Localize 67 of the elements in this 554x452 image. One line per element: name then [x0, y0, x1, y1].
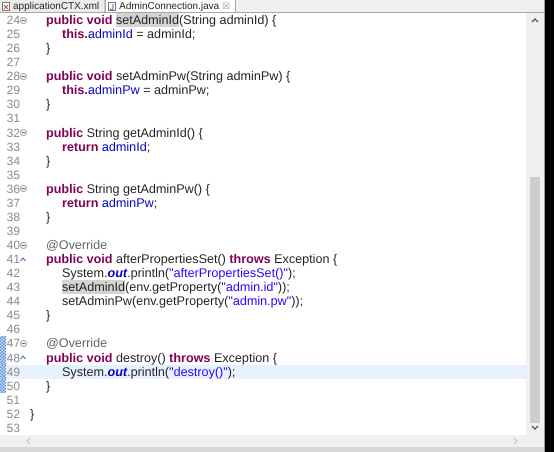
code-line: } — [45, 210, 50, 224]
code-line: } — [45, 308, 50, 322]
code-line: public String getAdminId() { — [45, 126, 203, 140]
scroll-up-icon[interactable] — [531, 17, 539, 23]
line-number: 26 — [6, 41, 20, 56]
line-number: 27 — [6, 55, 20, 70]
code-line: } — [45, 378, 50, 393]
code-line: public void setAdminPw(String adminPw) { — [45, 69, 290, 84]
code-line: @Override — [45, 238, 108, 252]
line-number: 37 — [6, 196, 20, 210]
scroll-down-icon[interactable] — [531, 425, 539, 431]
fold-icon[interactable] — [20, 16, 27, 24]
line-number: 36 — [6, 182, 20, 196]
fold-icon[interactable] — [20, 340, 27, 347]
line-number: 44 — [6, 294, 20, 308]
scroll-thumb[interactable] — [530, 177, 540, 423]
line-number: 39 — [6, 224, 20, 238]
line-number: 28 — [6, 69, 20, 84]
line-number: 24 — [6, 13, 20, 28]
code-line: this.adminPw = adminPw; — [61, 83, 210, 98]
editor-tab[interactable]: applicationCTX.xml — [0, 0, 106, 12]
line-number: 41 — [6, 252, 20, 266]
code-line: this.adminId = adminId; — [61, 27, 196, 42]
code-line: public String getAdminPw() { — [45, 182, 210, 196]
xml-file-icon — [2, 2, 10, 10]
code-line: setAdminId(env.getProperty("admin.id")); — [61, 280, 290, 294]
line-number: 50 — [6, 378, 20, 393]
java-file-icon — [108, 2, 116, 10]
line-number: 46 — [6, 322, 20, 336]
fold-icon[interactable] — [20, 72, 27, 80]
code-line: } — [45, 97, 50, 112]
line-number: 35 — [6, 168, 20, 182]
code-line: @Override — [45, 336, 108, 350]
line-number: 30 — [6, 97, 20, 112]
line-number: 43 — [6, 280, 20, 294]
line-number: 48 — [6, 350, 20, 365]
code-line: System.out.println("afterPropertiesSet()"); — [61, 266, 296, 280]
line-number: 29 — [6, 83, 20, 98]
fold-icon[interactable] — [20, 185, 27, 192]
line-number: 32 — [6, 126, 20, 140]
line-number: 33 — [6, 140, 20, 154]
fold-icon[interactable] — [20, 242, 27, 249]
line-number: 45 — [6, 308, 20, 322]
code-line: return adminPw; — [62, 196, 158, 210]
line-number: 40 — [6, 238, 20, 252]
line-number: 51 — [6, 392, 20, 407]
editor-tab[interactable]: AdminConnection.java ☒ — [105, 0, 236, 12]
code-line: } — [45, 154, 50, 168]
line-number: 49 — [6, 364, 20, 379]
code-line: } — [45, 41, 50, 56]
line-number: 47 — [6, 336, 20, 350]
code-line: public void afterPropertiesSet() throws Exception { — [45, 252, 338, 266]
line-number: 42 — [6, 266, 20, 280]
code-line: } — [30, 406, 34, 421]
code-line: return adminId; — [62, 140, 150, 154]
vertical-scrollbar[interactable] — [526, 13, 544, 435]
line-number: 31 — [6, 111, 20, 126]
code-line: public void destroy() throws Exception { — [45, 350, 277, 365]
line-number: 53 — [6, 420, 20, 435]
line-number: 38 — [6, 210, 20, 224]
line-number: 52 — [6, 406, 20, 421]
code-line: public void setAdminId(String adminId) { — [45, 13, 276, 28]
line-number: 25 — [6, 27, 20, 42]
code-line: setAdminPw(env.getProperty("admin.pw")); — [61, 294, 304, 308]
line-number: 34 — [6, 154, 20, 168]
code-line: System.out.println("destroy()"); — [62, 364, 236, 379]
fold-icon[interactable] — [20, 129, 27, 136]
